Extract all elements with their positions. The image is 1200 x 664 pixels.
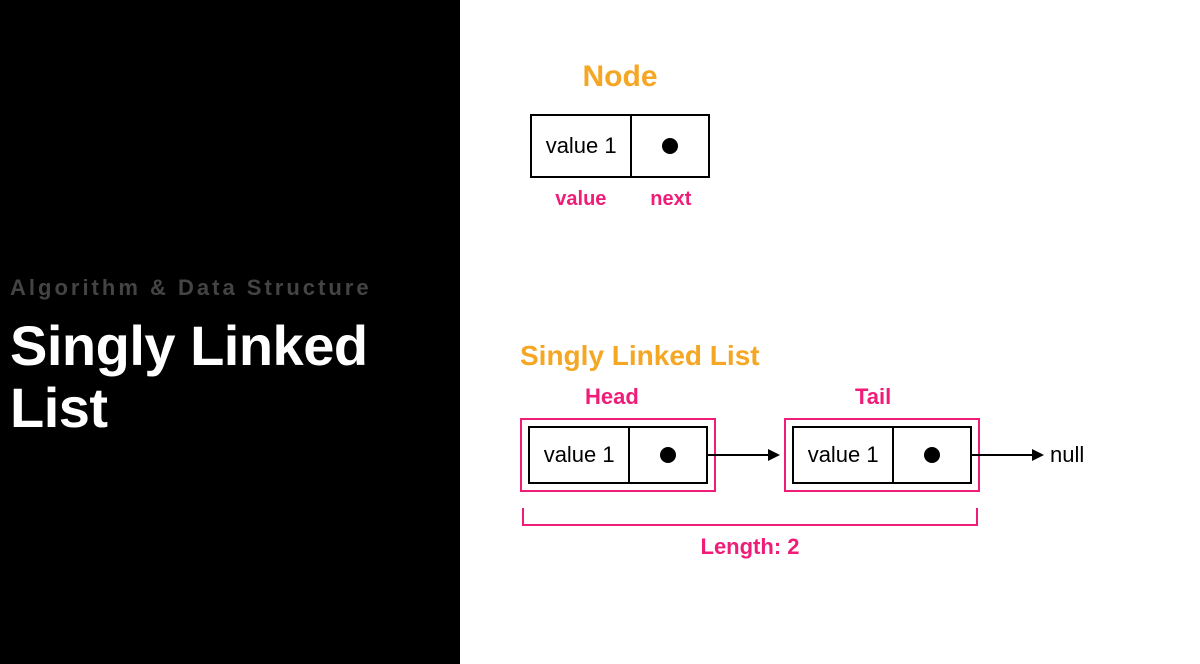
main-title: Singly Linked List	[10, 315, 372, 438]
node-value-label: value	[530, 188, 632, 211]
pointer-dot-icon	[662, 138, 678, 154]
tail-node-wrapper: value 1	[784, 418, 980, 492]
arrow-icon	[708, 449, 780, 461]
tail-node: value 1	[792, 426, 972, 484]
left-panel: Algorithm & Data Structure Singly Linked…	[0, 0, 460, 664]
sll-diagram: Singly Linked List Head Tail value 1 val…	[520, 340, 1170, 560]
tail-label: Tail	[855, 384, 891, 410]
head-node-pointer	[630, 428, 706, 482]
head-node-wrapper: value 1	[520, 418, 716, 492]
node-box: value 1	[530, 114, 710, 178]
title-line-1: Singly Linked	[10, 314, 368, 377]
right-panel: Node value 1 value next Singly Linked Li…	[460, 0, 1200, 664]
head-label: Head	[585, 384, 639, 410]
node-next-label: next	[632, 188, 710, 211]
tail-node-value: value 1	[794, 428, 894, 482]
sll-heading: Singly Linked List	[520, 340, 1170, 372]
length-label: Length: 2	[520, 534, 980, 560]
node-value-cell: value 1	[532, 116, 632, 176]
arrow-icon	[972, 449, 1044, 461]
title-line-2: List	[10, 376, 108, 439]
length-bracket-icon	[522, 508, 978, 526]
node-pointer-cell	[632, 116, 708, 176]
node-diagram: Node value 1 value next	[530, 60, 710, 211]
pointer-dot-icon	[924, 447, 940, 463]
node-heading: Node	[530, 60, 710, 94]
head-node: value 1	[528, 426, 708, 484]
supertitle: Algorithm & Data Structure	[10, 275, 372, 301]
tail-node-pointer	[894, 428, 970, 482]
head-node-value: value 1	[530, 428, 630, 482]
pointer-dot-icon	[660, 447, 676, 463]
null-label: null	[1050, 442, 1084, 468]
